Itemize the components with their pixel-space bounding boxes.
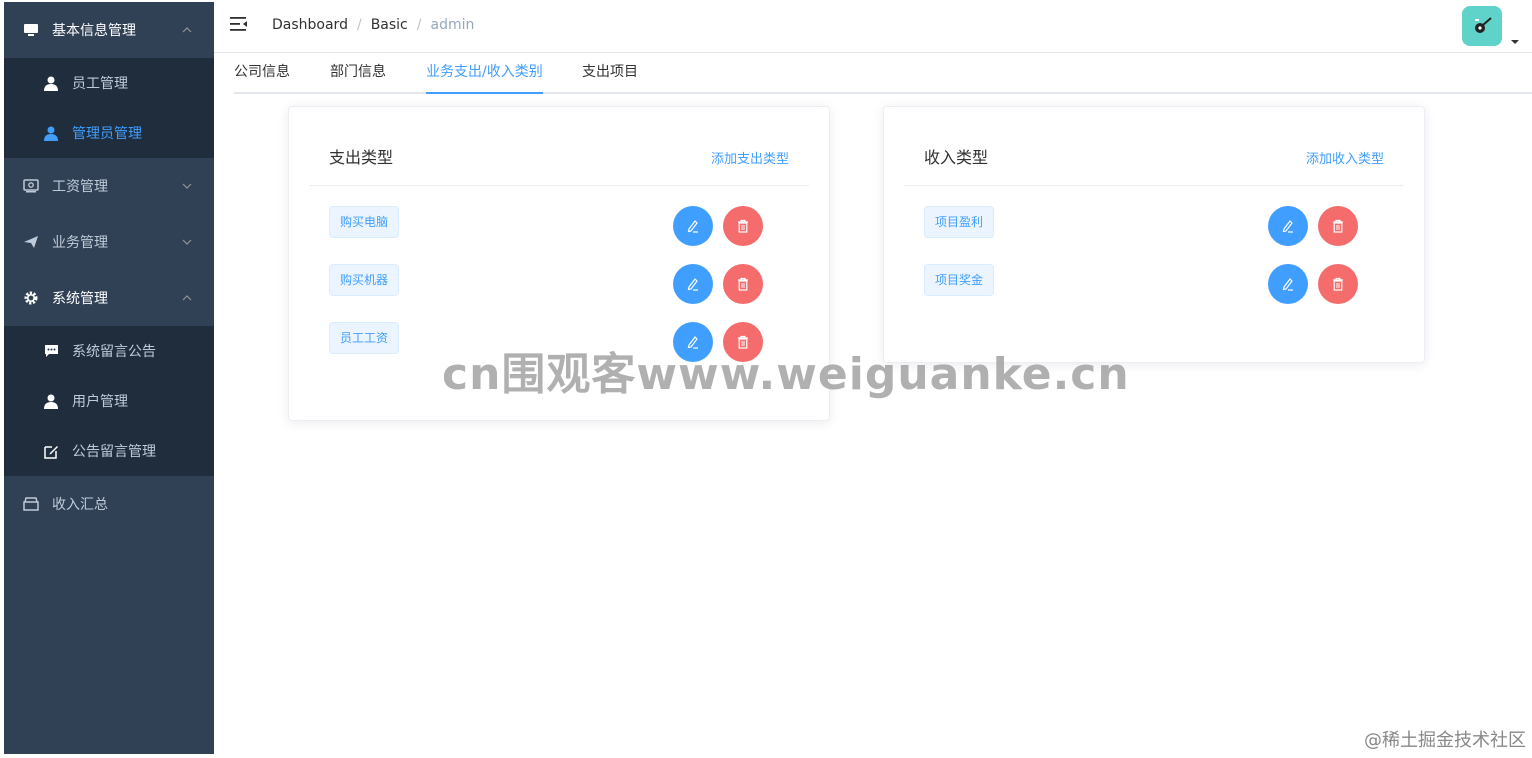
card-header: 收入类型 添加收入类型 bbox=[904, 107, 1404, 186]
user-icon bbox=[42, 74, 60, 92]
chevron-up-icon bbox=[180, 23, 194, 37]
edit-icon bbox=[687, 278, 698, 291]
edit-button[interactable] bbox=[673, 206, 713, 246]
sidebar-item-label: 系统留言公告 bbox=[72, 344, 156, 360]
breadcrumb-admin: admin bbox=[430, 17, 475, 33]
expense-type-tag: 员工工资 bbox=[329, 322, 400, 354]
trash-icon bbox=[1333, 219, 1343, 233]
breadcrumb-separator: / bbox=[416, 17, 422, 33]
tab-company-info[interactable]: 公司信息 bbox=[234, 52, 290, 92]
card-header: 支出类型 添加支出类型 bbox=[309, 107, 809, 186]
sidebar-item-label: 管理员管理 bbox=[72, 126, 142, 142]
menu-label: 工资管理 bbox=[52, 179, 108, 195]
income-type-tag: 项目盈利 bbox=[924, 206, 995, 238]
tabs: 公司信息 部门信息 业务支出/收入类别 支出项目 bbox=[234, 52, 1532, 94]
box-icon bbox=[22, 495, 40, 513]
hamburger-icon[interactable] bbox=[230, 16, 250, 36]
menu-label: 业务管理 bbox=[52, 235, 108, 251]
corner-watermark: @稀土掘金技术社区 bbox=[1364, 730, 1526, 751]
breadcrumb-basic[interactable]: Basic bbox=[371, 17, 408, 33]
tab-expense-items[interactable]: 支出项目 bbox=[582, 52, 638, 92]
edit-button[interactable] bbox=[1268, 206, 1308, 246]
sidebar-item-user[interactable]: 用户管理 bbox=[4, 376, 214, 426]
sidebar-item-label: 员工管理 bbox=[72, 76, 128, 92]
sidebar-item-label: 用户管理 bbox=[72, 394, 128, 410]
message-icon bbox=[42, 342, 60, 360]
edit-icon bbox=[1282, 278, 1293, 291]
breadcrumb: Dashboard / Basic / admin bbox=[272, 17, 474, 33]
navbar: Dashboard / Basic / admin bbox=[214, 0, 1532, 53]
submenu-system: 系统留言公告 用户管理 公告留言管理 bbox=[4, 326, 214, 476]
sidebar-item-admin[interactable]: 管理员管理 bbox=[4, 108, 214, 158]
menu-label: 基本信息管理 bbox=[52, 23, 136, 39]
menu-label: 系统管理 bbox=[52, 291, 108, 307]
menu-system[interactable]: 系统管理 bbox=[4, 270, 214, 326]
trash-icon bbox=[1333, 277, 1343, 291]
edit-button[interactable] bbox=[1268, 264, 1308, 304]
tab-department-info[interactable]: 部门信息 bbox=[330, 52, 386, 92]
card-title: 收入类型 bbox=[924, 148, 989, 167]
edit-button[interactable] bbox=[673, 264, 713, 304]
watermark: cn围观客www.weiguanke.cn bbox=[442, 349, 1130, 400]
delete-button[interactable] bbox=[723, 264, 763, 304]
monitor-icon bbox=[22, 21, 40, 39]
breadcrumb-dashboard[interactable]: Dashboard bbox=[272, 17, 348, 33]
edit-icon bbox=[1282, 220, 1293, 233]
chevron-up-icon bbox=[180, 291, 194, 305]
menu-salary[interactable]: 工资管理 bbox=[4, 158, 214, 214]
expense-type-tag: 购买电脑 bbox=[329, 206, 400, 238]
add-income-type-button[interactable]: 添加收入类型 bbox=[1306, 148, 1384, 167]
tab-business-category[interactable]: 业务支出/收入类别 bbox=[426, 52, 543, 94]
submenu-basic-info: 员工管理 管理员管理 bbox=[4, 58, 214, 158]
edit-icon bbox=[687, 220, 698, 233]
edit-icon bbox=[42, 442, 60, 460]
expense-type-tag: 购买机器 bbox=[329, 264, 400, 296]
sidebar: 基本信息管理 员工管理 管理员管理 工资管理 业务管理 系统管理 系统留言公告 … bbox=[4, 2, 214, 754]
user-icon bbox=[42, 392, 60, 410]
breadcrumb-separator: / bbox=[356, 17, 362, 33]
chevron-down-icon bbox=[180, 179, 194, 193]
gear-icon bbox=[22, 289, 40, 307]
delete-button[interactable] bbox=[723, 206, 763, 246]
delete-button[interactable] bbox=[1318, 206, 1358, 246]
chevron-down-icon bbox=[180, 235, 194, 249]
sidebar-item-label: 公告留言管理 bbox=[72, 444, 156, 460]
sidebar-item-employee[interactable]: 员工管理 bbox=[4, 58, 214, 108]
trash-icon bbox=[738, 277, 748, 291]
user-icon bbox=[42, 124, 60, 142]
menu-label: 收入汇总 bbox=[52, 497, 108, 513]
trash-icon bbox=[738, 219, 748, 233]
card-title: 支出类型 bbox=[329, 148, 394, 167]
avatar[interactable] bbox=[1462, 6, 1502, 46]
menu-income-summary[interactable]: 收入汇总 bbox=[4, 476, 214, 532]
income-type-card: 收入类型 添加收入类型 项目盈利 项目奖金 bbox=[883, 106, 1425, 363]
delete-button[interactable] bbox=[1318, 264, 1358, 304]
sidebar-item-notice-manage[interactable]: 公告留言管理 bbox=[4, 426, 214, 476]
caret-down-icon[interactable] bbox=[1511, 30, 1519, 44]
menu-business[interactable]: 业务管理 bbox=[4, 214, 214, 270]
add-expense-type-button[interactable]: 添加支出类型 bbox=[711, 148, 789, 167]
income-type-tag: 项目奖金 bbox=[924, 264, 995, 296]
menu-basic-info[interactable]: 基本信息管理 bbox=[4, 2, 214, 58]
send-icon bbox=[22, 233, 40, 251]
sidebar-item-system-notice[interactable]: 系统留言公告 bbox=[4, 326, 214, 376]
money-icon bbox=[22, 177, 40, 195]
